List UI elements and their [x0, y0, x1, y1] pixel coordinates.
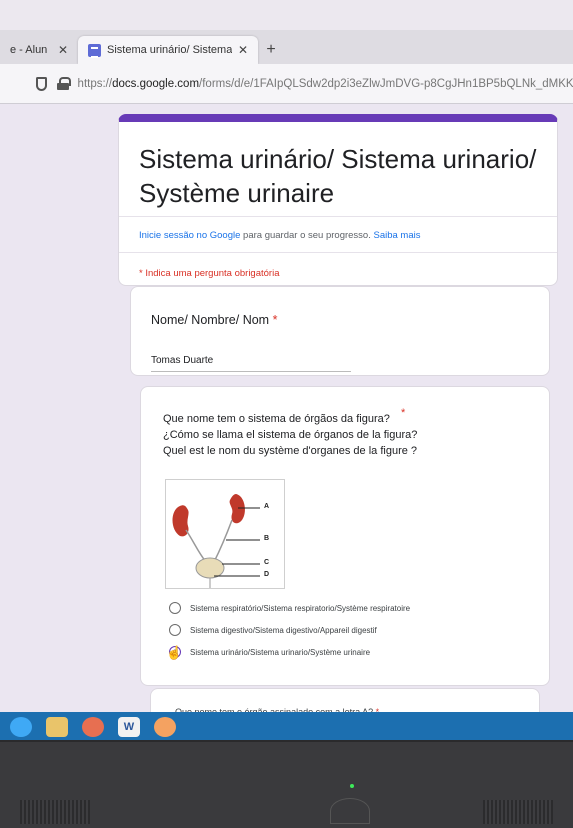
question1-card: Que nome tem o sistema de órgãos da figu…: [140, 386, 550, 686]
url-host: docs.google.com: [112, 77, 200, 90]
ureter-left: [185, 529, 207, 563]
tab-title: Sistema urinário/ Sistema urina: [107, 44, 232, 56]
close-icon[interactable]: ✕: [238, 43, 248, 57]
kidney-right: [229, 494, 245, 524]
radio-options: Sistema respiratório/Sistema respiratori…: [166, 597, 410, 663]
lock-icon[interactable]: [57, 77, 71, 90]
figure-label-b: B: [264, 535, 270, 542]
question-text: Que nome tem o sistema de órgãos da figu…: [163, 411, 418, 459]
speaker-grille: [20, 800, 90, 824]
tab-active[interactable]: Sistema urinário/ Sistema urina ✕: [78, 36, 258, 64]
tab-bar: e - Alun ✕ Sistema urinário/ Sistema uri…: [0, 30, 573, 64]
radio-option[interactable]: Sistema digestivo/Sistema digestivo/Appa…: [169, 619, 410, 641]
signin-notice: Inicie sessão no Google para guardar o s…: [139, 230, 421, 241]
power-button[interactable]: [330, 798, 370, 824]
windows-taskbar: W: [0, 712, 573, 740]
question-label-text: Nome/ Nombre/ Nom: [151, 313, 270, 327]
form-page: Sistema urinário/ Sistema urinario/ Syst…: [0, 104, 573, 740]
firefox-icon[interactable]: [154, 717, 176, 737]
close-icon[interactable]: ✕: [58, 43, 68, 57]
divider: [119, 252, 557, 253]
figure-label-a: A: [264, 503, 270, 510]
folder-icon[interactable]: [46, 717, 68, 737]
name-question-card: Nome/ Nombre/ Nom * Tomas Duarte: [130, 286, 550, 376]
url-text[interactable]: https://docs.google.com/forms/d/e/1FAIpQ…: [78, 78, 573, 90]
question-line: Que nome tem o sistema de órgãos da figu…: [163, 413, 390, 425]
speaker-grille: [483, 800, 553, 824]
address-bar[interactable]: https://docs.google.com/forms/d/e/1FAIpQ…: [0, 64, 573, 104]
question-line: Quel est le nom du système d'organes de …: [163, 445, 418, 457]
required-note: * Indica uma pergunta obrigatória: [139, 268, 280, 279]
input-underline: [151, 371, 351, 372]
ureter-right: [213, 519, 233, 563]
bladder: [195, 557, 225, 579]
radio-label: Sistema urinário/Sistema urinario/Systèm…: [190, 647, 371, 657]
kidney-left: [172, 505, 189, 537]
media-icon[interactable]: [82, 717, 104, 737]
start-orb-icon[interactable]: [10, 717, 32, 737]
url-path: /forms/d/e/1FAIpQLSdw2dp2i3eZlwJmDVG-p8C…: [199, 77, 573, 90]
new-tab-button[interactable]: +: [258, 36, 284, 64]
shield-icon[interactable]: [36, 76, 48, 91]
figure-label-c: C: [264, 559, 270, 566]
radio-label: Sistema respiratório/Sistema respiratori…: [190, 603, 411, 613]
name-answer-input[interactable]: Tomas Duarte: [151, 355, 213, 366]
form-header-card: Sistema urinário/ Sistema urinario/ Syst…: [118, 114, 558, 286]
form-title: Sistema urinário/ Sistema urinario/ Syst…: [139, 144, 537, 208]
question-line: ¿Cómo se llama el sistema de órganos de …: [163, 429, 418, 441]
tab-inactive[interactable]: e - Alun ✕: [0, 36, 78, 64]
learn-more-link[interactable]: Saiba mais: [374, 230, 421, 241]
tab-title: e - Alun: [10, 44, 48, 56]
monitor-screen: e - Alun ✕ Sistema urinário/ Sistema uri…: [0, 0, 573, 740]
url-prefix: https://: [77, 77, 113, 90]
power-led: [350, 784, 354, 788]
radio-option[interactable]: ☝ Sistema urinário/Sistema urinario/Syst…: [166, 641, 410, 663]
word-icon[interactable]: W: [118, 717, 140, 737]
figure-label-d: D: [264, 571, 270, 578]
radio-option[interactable]: Sistema respiratório/Sistema respiratori…: [169, 597, 410, 619]
google-forms-icon: [88, 43, 101, 58]
signin-link[interactable]: Inicie sessão no Google: [139, 230, 240, 241]
monitor-bezel: [0, 742, 573, 828]
radio-label: Sistema digestivo/Sistema digestivo/Appa…: [190, 625, 377, 635]
urinary-system-figure: A B C D: [165, 479, 285, 589]
signin-text: para guardar o seu progresso.: [240, 230, 374, 241]
radio-button[interactable]: [169, 602, 181, 614]
required-marker: *: [269, 313, 278, 327]
question-label: Nome/ Nombre/ Nom *: [151, 313, 277, 327]
hand-cursor-icon: ☝: [166, 645, 183, 660]
required-marker: *: [401, 407, 406, 419]
divider: [119, 216, 557, 217]
radio-button[interactable]: [169, 624, 181, 636]
